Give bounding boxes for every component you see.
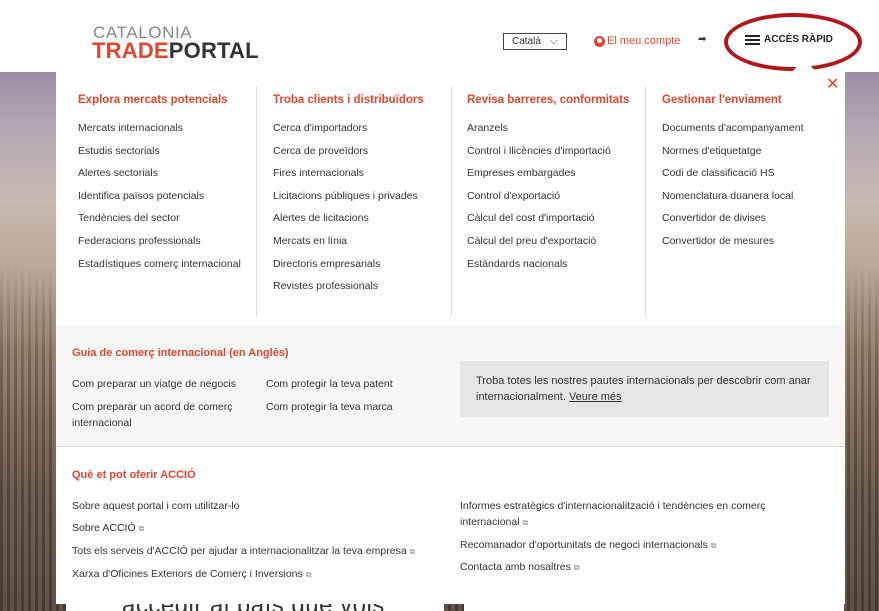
guide-title: Guia de comerç internacional (en Anglès) <box>72 347 289 359</box>
menu-link[interactable]: Empreses embargades <box>467 167 629 179</box>
menu-link[interactable]: Federacions professionals <box>78 235 241 247</box>
account-link[interactable]: El meu compte <box>594 35 680 47</box>
external-link-icon: ⧉ <box>522 518 529 527</box>
menu-link[interactable]: Control i llicències d'importació <box>467 145 629 157</box>
menu-link[interactable]: Càlcul del preu d'exportació <box>467 235 629 247</box>
column-divider <box>645 86 646 316</box>
menu-link[interactable]: Estadístiques comerç internacional <box>78 258 241 270</box>
menu-column-clients: Troba clients i distribuïdors Cerca d'im… <box>273 94 424 303</box>
menu-link[interactable]: Convertidor de mesures <box>662 235 804 247</box>
external-link-icon: ⧉ <box>305 570 312 579</box>
menu-link[interactable]: Convertidor de divises <box>662 212 804 224</box>
menu-link[interactable]: Cerca de proveïdors <box>273 145 424 157</box>
external-link-icon: ⧉ <box>573 563 580 572</box>
column-title: Gestionar l'enviament <box>662 94 782 106</box>
offer-link[interactable]: Xarxa d'Oficines Exteriors de Comerç i I… <box>72 566 311 583</box>
menu-link[interactable]: Aranzels <box>467 122 629 134</box>
offer-link[interactable]: Sobre ACCIÓ ⧉ <box>72 520 144 537</box>
menu-link[interactable]: Codi de classificació HS <box>662 167 804 179</box>
menu-link[interactable]: Alertes de licitacions <box>273 212 424 224</box>
menu-link[interactable]: Fires internacionals <box>273 167 424 179</box>
close-icon[interactable]: ✕ <box>826 77 839 93</box>
offer-link-text: Xarxa d'Oficines Exteriors de Comerç i I… <box>72 568 303 580</box>
account-label: El meu compte <box>607 35 681 47</box>
logo-trade-text: TRADE <box>92 38 169 63</box>
offer-link[interactable]: Recomanador d'oportunitats de negoci int… <box>460 537 716 554</box>
menu-link[interactable]: Cerca d'importadors <box>273 122 424 134</box>
menu-link[interactable]: Revistes professionals <box>273 280 424 292</box>
chevron-down-icon: ⌵ <box>549 35 558 47</box>
offer-link[interactable]: Tots els serveis d'ACCIÓ per ajudar a in… <box>72 543 415 560</box>
menu-link[interactable]: Directoris empresarials <box>273 258 424 270</box>
user-icon <box>594 35 605 47</box>
menu-link[interactable]: Licitacions públiques i privades <box>273 190 424 202</box>
column-divider <box>256 86 257 316</box>
column-title: Troba clients i distribuïdors <box>273 94 424 106</box>
guide-info-box: Troba totes les nostres pautes internaci… <box>460 361 829 417</box>
guide-link[interactable]: Com preparar un viatge de negocis <box>72 376 236 392</box>
menu-link[interactable]: Control d'exportació <box>467 190 629 202</box>
menu-link[interactable]: Càlcul del cost d'importació <box>467 212 629 224</box>
menu-link[interactable]: Tendències del sector <box>78 212 241 224</box>
language-select[interactable]: Català ⌵ <box>503 33 567 50</box>
menu-link[interactable]: Nomenclatura duanera local <box>662 190 804 202</box>
offer-link[interactable]: Contacta amb nosaltres ⧉ <box>460 559 580 576</box>
logo-portal-text: PORTAL <box>168 38 259 63</box>
external-link-icon: ⧉ <box>710 541 717 550</box>
logo-tradeportal[interactable]: TRADEPORTAL <box>92 40 259 62</box>
menu-column-barriers: Revisa barreres, conformitats Aranzels C… <box>467 94 629 280</box>
offer-link-text: Recomanador d'oportunitats de negoci int… <box>460 539 708 551</box>
section-divider <box>56 446 845 447</box>
menu-link[interactable]: Mercats internacionals <box>78 122 241 134</box>
guide-link[interactable]: Com protegir la teva marca <box>266 399 393 415</box>
offer-link-text: Informes estratègics d'internacionalitza… <box>460 500 766 528</box>
see-more-link[interactable]: Veure més <box>569 391 622 403</box>
menu-column-shipping: Gestionar l'enviament Documents d'acompa… <box>662 94 804 258</box>
offer-link-text: Sobre aquest portal i com utilitzar-lo <box>72 500 240 512</box>
offer-link[interactable]: Informes estratègics d'internacionalitza… <box>460 498 820 531</box>
external-link-icon: ⧉ <box>138 524 145 533</box>
column-divider <box>451 86 452 316</box>
offer-title: Què et pot oferir ACCIÓ <box>72 469 196 481</box>
offer-link[interactable]: Sobre aquest portal i com utilitzar-lo <box>72 498 240 514</box>
guide-link[interactable]: Com preparar un acord de comerç internac… <box>72 399 252 431</box>
menu-column-explore: Explora mercats potencials Mercats inter… <box>78 94 241 280</box>
logout-icon[interactable]: ➡ <box>698 35 708 45</box>
menu-link[interactable]: Estàndards nacionals <box>467 258 629 270</box>
site-header: CATALONIA TRADEPORTAL Català ⌵ El meu co… <box>0 0 879 72</box>
panel-caret <box>792 58 816 72</box>
offer-link-text: Contacta amb nosaltres <box>460 561 571 573</box>
menu-link[interactable]: Estudis sectorials <box>78 145 241 157</box>
language-value: Català <box>512 36 541 47</box>
menu-link[interactable]: Mercats en línia <box>273 235 424 247</box>
offer-link-text: Tots els serveis d'ACCIÓ per ajudar a in… <box>72 545 407 557</box>
column-title: Revisa barreres, conformitats <box>467 94 630 106</box>
menu-link[interactable]: Documents d'acompanyament <box>662 122 804 134</box>
guide-box-text: Troba totes les nostres pautes internaci… <box>476 375 811 403</box>
menu-link[interactable]: Identifica països potencials <box>78 190 241 202</box>
menu-link[interactable]: Alertes sectorials <box>78 167 241 179</box>
menu-link[interactable]: Normes d'etiquetatge <box>662 145 804 157</box>
offer-link-text: Sobre ACCIÓ <box>72 522 136 534</box>
column-title: Explora mercats potencials <box>78 94 228 106</box>
external-link-icon: ⧉ <box>409 547 416 556</box>
guide-link[interactable]: Com protegir la teva patent <box>266 376 393 392</box>
